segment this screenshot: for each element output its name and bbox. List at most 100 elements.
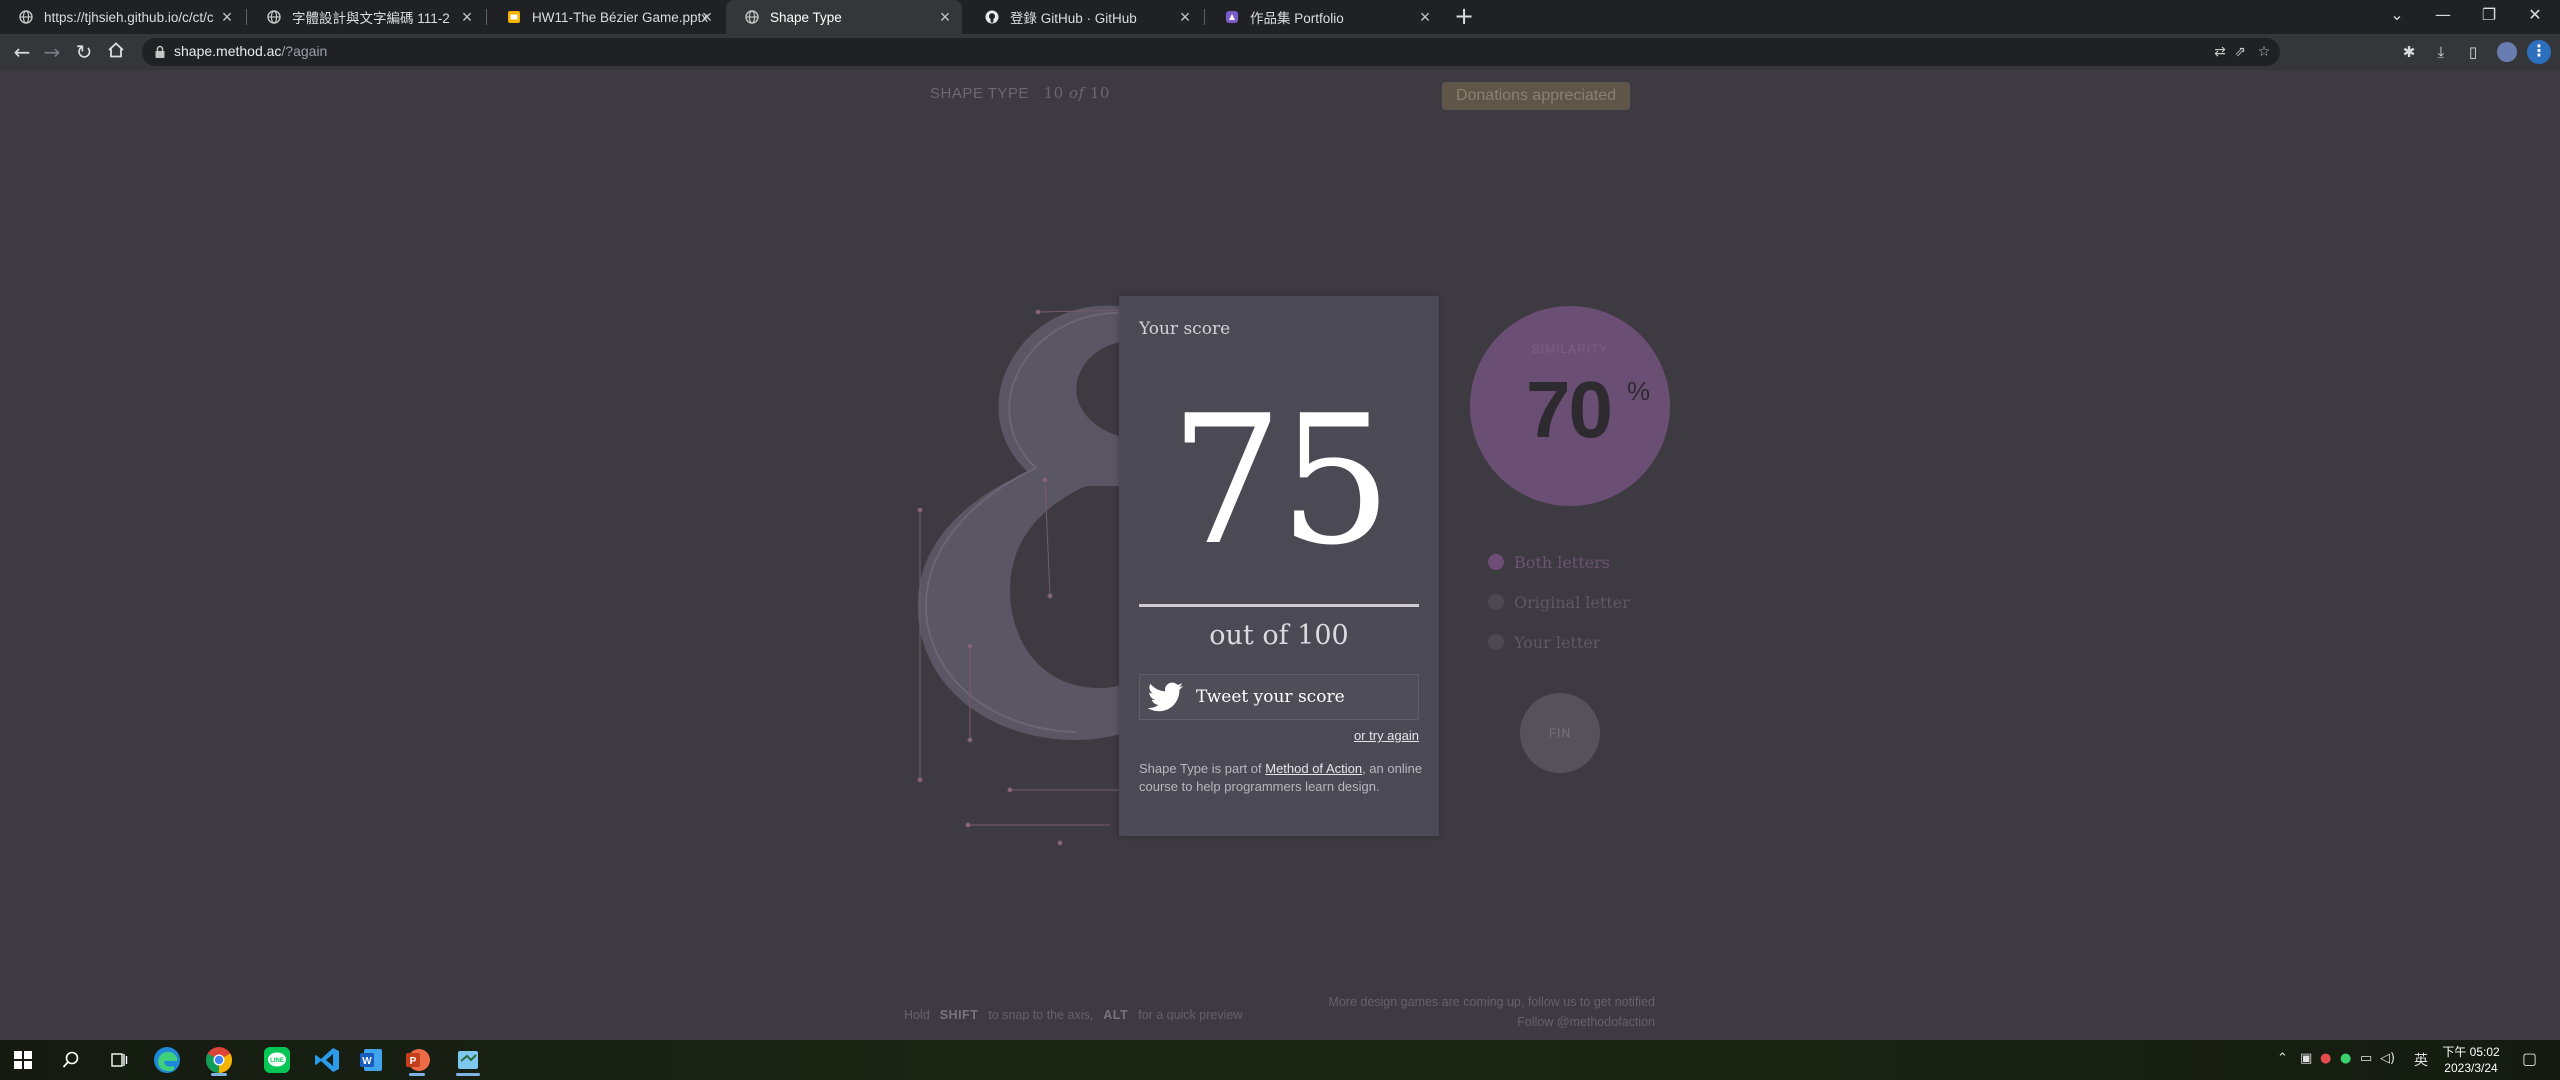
star-bookmark-icon[interactable]: ☆ bbox=[2256, 44, 2272, 60]
home-button[interactable] bbox=[104, 40, 128, 64]
notepad-icon[interactable] bbox=[452, 1044, 484, 1076]
tab-1[interactable]: https://tjhsieh.github.io/c/ct/c × bbox=[0, 0, 244, 34]
clock-date: 2023/3/24 bbox=[2444, 1061, 2498, 1075]
tray-app-icon[interactable]: ● bbox=[2320, 1051, 2331, 1066]
forward-button[interactable]: → bbox=[40, 40, 64, 64]
option-original-letter[interactable]: Original letter bbox=[1488, 592, 1630, 612]
clock-time: 下午 05:02 bbox=[2442, 1045, 2500, 1059]
similarity-unit: % bbox=[1627, 376, 1651, 406]
score-dialog: Your score 75 out of 100 Tweet your scor… bbox=[1119, 296, 1439, 836]
tab-title: 字體設計與文字編碼 111-2 bbox=[292, 11, 450, 26]
tab-3[interactable]: HW11-The Bézier Game.pptx - × bbox=[488, 0, 724, 34]
word-icon[interactable]: W bbox=[355, 1044, 387, 1076]
chrome-icon[interactable] bbox=[203, 1044, 235, 1076]
share-icon[interactable]: ⇗ bbox=[2232, 44, 2248, 60]
tweet-score-button[interactable]: Tweet your score bbox=[1139, 674, 1419, 720]
active-app-indicator bbox=[456, 1073, 480, 1076]
wechat-icon[interactable]: ● bbox=[2340, 1051, 2351, 1066]
tab-search-button[interactable]: ⌄ bbox=[2374, 0, 2420, 34]
browser-menu-icon[interactable]: ⋮ bbox=[2527, 40, 2551, 64]
network-icon[interactable]: ▭ bbox=[2360, 1051, 2372, 1066]
score-value: 75 bbox=[1169, 377, 1393, 584]
about-prefix: Shape Type is part of bbox=[1139, 761, 1266, 776]
tab-6[interactable]: 作品集 Portfolio × bbox=[1206, 0, 1442, 34]
similarity-value: 70 bbox=[1526, 365, 1613, 454]
clock[interactable]: 下午 05:02 2023/3/24 bbox=[2436, 1044, 2506, 1076]
edge-icon[interactable] bbox=[151, 1044, 183, 1076]
game-title: SHAPE TYPE bbox=[930, 85, 1029, 102]
radio-icon[interactable] bbox=[1488, 594, 1504, 610]
side-panel-icon[interactable]: ▯ bbox=[2463, 42, 2483, 62]
github-icon bbox=[984, 9, 1000, 25]
new-tab-button[interactable]: + bbox=[1452, 4, 1476, 29]
method-of-action-link[interactable]: Method of Action bbox=[1265, 761, 1362, 776]
close-tab-icon[interactable]: × bbox=[218, 8, 236, 26]
close-tab-icon[interactable]: × bbox=[1176, 8, 1194, 26]
score-divider bbox=[1139, 604, 1419, 607]
windows-start-icon[interactable] bbox=[7, 1044, 39, 1076]
powerpoint-icon[interactable]: P bbox=[401, 1044, 433, 1076]
extensions-icon[interactable]: ✱ bbox=[2399, 42, 2419, 62]
minimize-button[interactable]: — bbox=[2420, 0, 2466, 34]
tab-shape-type[interactable]: Shape Type × bbox=[726, 0, 962, 34]
tab-2[interactable]: 字體設計與文字編碼 111-2 × bbox=[248, 0, 484, 34]
globe-icon bbox=[266, 9, 282, 25]
footer-notice-line: More design games are coming up, follow … bbox=[1328, 995, 1655, 1009]
radio-selected-icon[interactable] bbox=[1488, 554, 1504, 570]
option-label: Both letters bbox=[1514, 552, 1610, 572]
close-window-button[interactable]: ✕ bbox=[2512, 0, 2558, 34]
donate-button[interactable]: Donations appreciated bbox=[1442, 82, 1630, 110]
hint-prefix: Hold bbox=[904, 1008, 930, 1022]
radio-icon[interactable] bbox=[1488, 634, 1504, 650]
task-view-icon[interactable] bbox=[103, 1044, 135, 1076]
ime-indicator[interactable]: 英 bbox=[2414, 1050, 2428, 1070]
option-your-letter[interactable]: Your letter bbox=[1488, 632, 1600, 652]
score-out-of: out of 100 bbox=[1209, 620, 1349, 651]
similarity-badge: SIMILARITY 70 % bbox=[1470, 306, 1670, 506]
hint-suffix: for a quick preview bbox=[1138, 1008, 1243, 1022]
download-icon[interactable]: ⤓ bbox=[2431, 42, 2451, 62]
level-current: 10 bbox=[1043, 84, 1064, 102]
svg-text:LINE: LINE bbox=[270, 1058, 284, 1064]
follow-link[interactable]: Follow @methodofaction bbox=[1250, 1012, 1655, 1032]
option-label: Your letter bbox=[1514, 632, 1601, 652]
level-total: 10 bbox=[1089, 84, 1110, 102]
back-button[interactable]: ← bbox=[10, 40, 34, 64]
tab-title: https://tjhsieh.github.io/c/ct/c bbox=[44, 9, 214, 25]
tab-title: Shape Type bbox=[770, 9, 842, 25]
close-tab-icon[interactable]: × bbox=[1416, 8, 1434, 26]
close-tab-icon[interactable]: × bbox=[936, 8, 954, 26]
close-tab-icon[interactable]: × bbox=[458, 8, 476, 26]
tab-5[interactable]: 登錄 GitHub · GitHub × bbox=[966, 0, 1202, 34]
profile-avatar[interactable] bbox=[2497, 42, 2517, 62]
line-icon[interactable]: LINE bbox=[261, 1044, 293, 1076]
tweet-label: Tweet your score bbox=[1196, 687, 1345, 707]
score-title: Your score bbox=[1139, 319, 1231, 339]
option-label: Original letter bbox=[1514, 592, 1630, 612]
lock-icon[interactable] bbox=[154, 44, 166, 63]
notification-icon[interactable]: ▢ bbox=[2522, 1049, 2537, 1068]
try-again-link[interactable]: or try again bbox=[1338, 728, 1419, 743]
vscode-icon[interactable] bbox=[311, 1044, 343, 1076]
restore-button[interactable]: ❐ bbox=[2466, 0, 2512, 34]
chevron-up-icon[interactable]: ⌃ bbox=[2277, 1051, 2288, 1066]
url-host: shape.method.ac bbox=[174, 43, 282, 59]
footer-notice: More design games are coming up, follow … bbox=[1250, 992, 1655, 1032]
browser-toolbar: ← → ↻ shape.method.ac/?again ⇄ ⇗ ☆ ✱ ⤓ ▯… bbox=[0, 34, 2560, 70]
browser-tab-bar: https://tjhsieh.github.io/c/ct/c × 字體設計與… bbox=[0, 0, 2560, 34]
tab-separator bbox=[246, 9, 247, 25]
url-text[interactable]: shape.method.ac/?again bbox=[174, 43, 327, 59]
volume-icon[interactable]: ◁) bbox=[2380, 1051, 2395, 1066]
fin-button[interactable]: FIN bbox=[1520, 693, 1600, 773]
tray-app-icon[interactable]: ▣ bbox=[2300, 1051, 2312, 1066]
translate-icon[interactable]: ⇄ bbox=[2212, 44, 2228, 60]
search-icon[interactable] bbox=[55, 1044, 87, 1076]
option-both-letters[interactable]: Both letters bbox=[1488, 552, 1610, 572]
reload-button[interactable]: ↻ bbox=[72, 40, 96, 64]
close-tab-icon[interactable]: × bbox=[698, 8, 716, 26]
twitter-bird-icon bbox=[1148, 682, 1183, 712]
address-bar[interactable]: shape.method.ac/?again ⇄ ⇗ ☆ bbox=[142, 38, 2280, 66]
slides-icon bbox=[506, 9, 522, 25]
url-path: /?again bbox=[281, 43, 328, 59]
hint-key-shift: SHIFT bbox=[939, 1008, 979, 1022]
